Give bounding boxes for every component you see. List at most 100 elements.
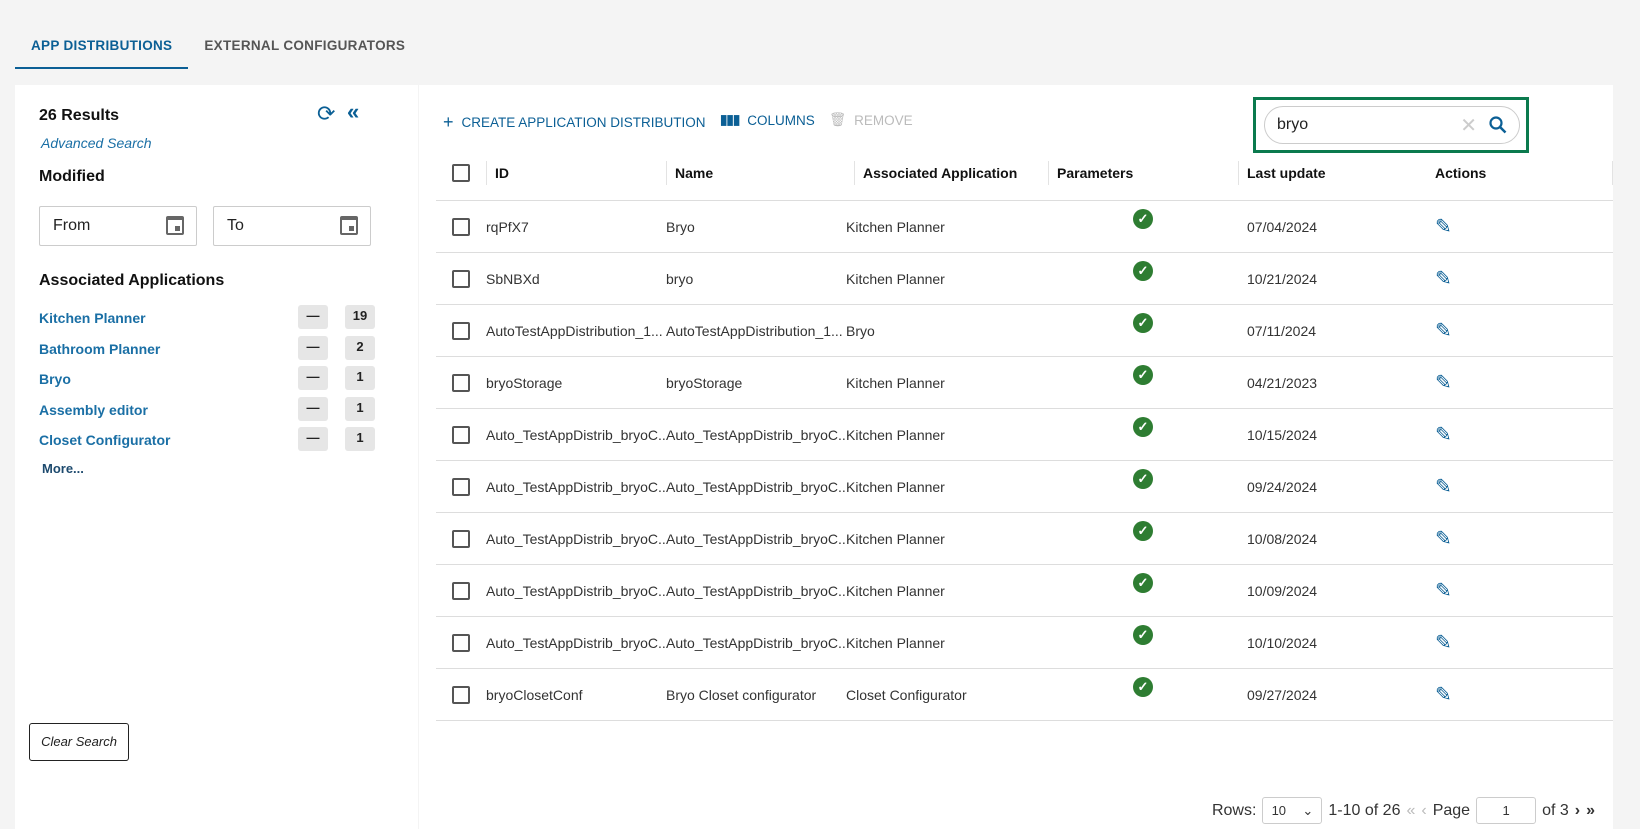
range-text: 1-10 of 26 [1328, 801, 1401, 819]
header-parameters[interactable]: Parameters [1057, 145, 1133, 200]
columns-button[interactable]: ▮▮▮ COLUMNS [720, 112, 815, 128]
exclude-filter-button[interactable]: — [298, 366, 328, 390]
exclude-filter-button[interactable]: — [298, 396, 328, 421]
cell-id: AutoTestAppDistribution_1... [486, 322, 663, 339]
clear-icon[interactable]: ✕ [1460, 113, 1477, 138]
table-row[interactable]: Auto_TestAppDistrib_bryoC... Auto_TestAp… [436, 565, 1613, 617]
more-link[interactable]: More... [42, 461, 84, 476]
filter-app-link[interactable]: Bryo [39, 371, 71, 387]
cell-id: rqPfX7 [486, 218, 529, 235]
cell-last-update: 10/09/2024 [1247, 582, 1318, 599]
tab-app-distributions[interactable]: APP DISTRIBUTIONS [15, 26, 189, 69]
cell-id: Auto_TestAppDistrib_bryoC... [486, 478, 666, 495]
table-row[interactable]: rqPfX7 Bryo Kitchen Planner ✓ 07/04/2024… [436, 201, 1613, 253]
tab-external-configurators[interactable]: EXTERNAL CONFIGURATORS [188, 26, 421, 69]
row-checkbox[interactable] [452, 529, 470, 548]
row-checkbox[interactable] [452, 477, 470, 496]
edit-pencil-icon[interactable]: ✎ [1435, 682, 1452, 707]
row-checkbox[interactable] [452, 685, 470, 704]
edit-pencil-icon[interactable]: ✎ [1435, 578, 1452, 603]
row-checkbox[interactable] [452, 425, 470, 444]
row-checkbox[interactable] [452, 269, 470, 288]
edit-pencil-icon[interactable]: ✎ [1435, 422, 1452, 447]
header-last-update[interactable]: Last update [1247, 145, 1326, 200]
edit-pencil-icon[interactable]: ✎ [1435, 266, 1452, 291]
table-row[interactable]: Auto_TestAppDistrib_bryoC... Auto_TestAp… [436, 513, 1613, 565]
cell-associated-application: Closet Configurator [846, 686, 967, 703]
edit-pencil-icon[interactable]: ✎ [1435, 214, 1452, 239]
table-row[interactable]: Auto_TestAppDistrib_bryoC... Auto_TestAp… [436, 409, 1613, 461]
cell-last-update: 04/21/2023 [1247, 374, 1318, 391]
row-checkbox[interactable] [452, 633, 470, 652]
row-checkbox[interactable] [452, 321, 470, 340]
from-date-field[interactable]: From [39, 206, 197, 246]
header-associated-application[interactable]: Associated Application [863, 145, 1017, 200]
from-placeholder: From [53, 217, 91, 234]
count-badge: 19 [345, 305, 375, 329]
table-row[interactable]: bryoStorage bryoStorage Kitchen Planner … [436, 357, 1613, 409]
cell-associated-application: Kitchen Planner [846, 270, 945, 287]
table-row[interactable]: AutoTestAppDistribution_1... AutoTestApp… [436, 305, 1613, 357]
table-header: ID Name Associated Application Parameter… [436, 145, 1613, 201]
clear-search-button[interactable]: Clear Search [29, 723, 129, 761]
cell-id: Auto_TestAppDistrib_bryoC... [486, 426, 666, 443]
create-application-distribution-button[interactable]: + CREATE APPLICATION DISTRIBUTION [443, 112, 706, 133]
table-row[interactable]: Auto_TestAppDistrib_bryoC... Auto_TestAp… [436, 617, 1613, 669]
page-input[interactable]: 1 [1476, 797, 1537, 824]
remove-button[interactable]: 🗑 REMOVE [829, 112, 913, 128]
cell-last-update: 07/04/2024 [1247, 218, 1318, 235]
cell-last-update: 10/21/2024 [1247, 270, 1318, 287]
collapse-icon[interactable]: « [347, 99, 359, 125]
columns-label: COLUMNS [747, 112, 815, 128]
exclude-filter-button[interactable]: — [298, 427, 328, 451]
refresh-icon[interactable]: ⟳ [317, 101, 335, 127]
calendar-icon[interactable] [340, 216, 358, 235]
page-total: of 3 [1542, 801, 1569, 819]
table-row[interactable]: bryoClosetConf Bryo Closet configurator … [436, 669, 1613, 721]
cell-name: Auto_TestAppDistrib_bryoC... [666, 478, 846, 495]
row-checkbox[interactable] [452, 217, 470, 236]
filter-app-link[interactable]: Closet Configurator [39, 432, 170, 448]
edit-pencil-icon[interactable]: ✎ [1435, 474, 1452, 499]
header-name[interactable]: Name [675, 145, 713, 200]
rows-value: 10 [1271, 803, 1287, 818]
prev-page-icon[interactable]: ‹ [1421, 802, 1426, 820]
to-date-field[interactable]: To [213, 206, 371, 246]
cell-name: Bryo [666, 218, 695, 235]
cell-id: Auto_TestAppDistrib_bryoC... [486, 582, 666, 599]
columns-icon: ▮▮▮ [720, 112, 740, 127]
filter-app-link[interactable]: Kitchen Planner [39, 310, 146, 326]
advanced-search-link[interactable]: Advanced Search [41, 135, 152, 151]
edit-pencil-icon[interactable]: ✎ [1435, 526, 1452, 551]
edit-pencil-icon[interactable]: ✎ [1435, 318, 1452, 343]
edit-pencil-icon[interactable]: ✎ [1435, 370, 1452, 395]
check-circle-icon: ✓ [1133, 260, 1153, 281]
page-label: Page [1432, 801, 1471, 819]
cell-id: Auto_TestAppDistrib_bryoC... [486, 530, 666, 547]
last-page-icon[interactable]: » [1586, 802, 1595, 820]
exclude-filter-button[interactable]: — [298, 305, 328, 329]
select-all-checkbox[interactable] [452, 163, 470, 182]
row-checkbox[interactable] [452, 581, 470, 600]
edit-pencil-icon[interactable]: ✎ [1435, 630, 1452, 655]
cell-associated-application: Kitchen Planner [846, 374, 945, 391]
cell-name: bryo [666, 270, 694, 287]
table-row[interactable]: SbNBXd bryo Kitchen Planner ✓ 10/21/2024… [436, 253, 1613, 305]
cell-last-update: 09/24/2024 [1247, 478, 1318, 495]
count-badge: 1 [345, 396, 375, 421]
first-page-icon[interactable]: « [1406, 802, 1415, 820]
calendar-icon[interactable] [166, 216, 184, 235]
search-input[interactable]: bryo ✕ [1264, 106, 1520, 144]
filter-app-link[interactable]: Bathroom Planner [39, 341, 160, 357]
filter-app-link[interactable]: Assembly editor [39, 402, 148, 418]
exclude-filter-button[interactable]: — [298, 335, 328, 360]
chevron-down-icon: ⌄ [1302, 802, 1314, 818]
rows-per-page-select[interactable]: 10 ⌄ [1262, 797, 1323, 824]
table-row[interactable]: Auto_TestAppDistrib_bryoC... Auto_TestAp… [436, 461, 1613, 513]
search-icon[interactable] [1489, 116, 1507, 134]
cell-associated-application: Kitchen Planner [846, 634, 945, 651]
row-checkbox[interactable] [452, 373, 470, 392]
header-id[interactable]: ID [495, 145, 509, 200]
next-page-icon[interactable]: › [1575, 802, 1580, 820]
check-circle-icon: ✓ [1133, 676, 1153, 697]
